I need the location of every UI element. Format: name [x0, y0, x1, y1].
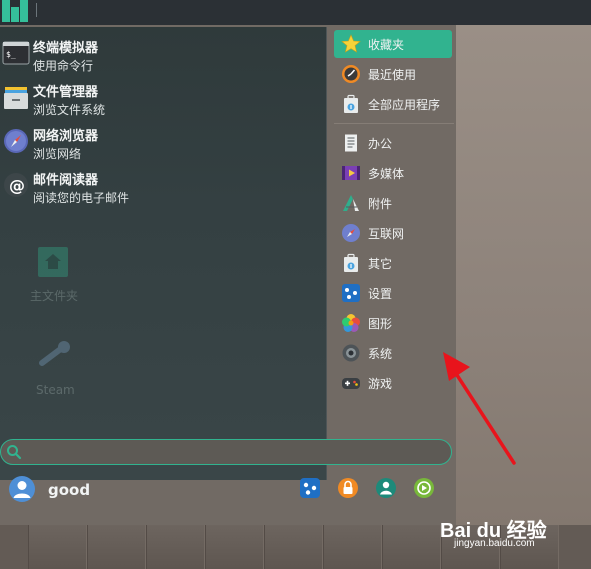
- panel-slot[interactable]: [382, 525, 441, 569]
- fav-name: 网络浏览器: [33, 129, 99, 144]
- fav-file-manager[interactable]: 文件管理器 浏览文件系统: [0, 77, 320, 121]
- settings-manager-icon[interactable]: [299, 477, 321, 499]
- user-name: good: [48, 481, 91, 499]
- fav-terminal[interactable]: $_ 终端模拟器 使用命令行: [0, 33, 320, 77]
- favorites-pane: $_ 终端模拟器 使用命令行 文件管理器 浏览文件系统 网络浏览器 浏览网络 @…: [0, 27, 327, 480]
- fav-name: 文件管理器: [33, 85, 99, 100]
- file-manager-icon: [4, 87, 28, 109]
- logout-icon[interactable]: [413, 477, 435, 499]
- category-label: 图形: [368, 317, 393, 331]
- steam-icon: [39, 341, 70, 366]
- category-label: 多媒体: [368, 167, 405, 181]
- category-multimedia[interactable]: 多媒体: [334, 159, 452, 187]
- category-separator: [334, 123, 454, 124]
- desktop-background: [456, 25, 591, 525]
- category-accessories[interactable]: 附件: [334, 189, 452, 217]
- panel-slot[interactable]: [205, 525, 264, 569]
- category-label: 收藏夹: [368, 38, 405, 52]
- category-label: 互联网: [368, 227, 405, 241]
- accessories-icon: [343, 195, 359, 211]
- recent-icon: [342, 65, 360, 83]
- fav-name: 终端模拟器: [33, 41, 99, 56]
- category-office[interactable]: 办公: [334, 129, 452, 157]
- lock-screen-icon[interactable]: [337, 477, 359, 499]
- fav-desc: 阅读您的电子邮件: [33, 191, 130, 205]
- panel-slot[interactable]: [87, 525, 146, 569]
- category-label: 设置: [368, 287, 393, 301]
- graphics-icon: [342, 314, 360, 332]
- fav-desc: 浏览网络: [33, 147, 82, 161]
- category-label: 系统: [368, 347, 393, 361]
- games-icon: [342, 378, 360, 389]
- desktop-home-ghost: 主文件夹: [30, 245, 78, 303]
- panel-slot[interactable]: [323, 525, 382, 569]
- user-avatar[interactable]: [8, 475, 36, 503]
- top-taskbar: [0, 0, 591, 25]
- category-other[interactable]: 其它: [334, 249, 452, 277]
- manjaro-logo-icon[interactable]: [0, 0, 30, 25]
- all-apps-icon: [344, 94, 358, 113]
- desktop-home-label: 主文件夹: [30, 289, 79, 303]
- svg-text:@: @: [9, 176, 25, 195]
- category-label: 最近使用: [368, 68, 417, 82]
- category-favorites[interactable]: 收藏夹: [334, 30, 452, 58]
- category-label: 游戏: [368, 377, 393, 391]
- category-label: 附件: [368, 197, 393, 211]
- star-icon: [341, 34, 361, 53]
- baidu-watermark: Bai du 经验 jingyan.baidu.com: [440, 510, 590, 560]
- taskbar-separator: [36, 3, 37, 17]
- category-graphics[interactable]: 图形: [334, 309, 452, 337]
- other-icon: [344, 253, 358, 272]
- settings-icon: [342, 284, 360, 302]
- panel-slot[interactable]: [264, 525, 323, 569]
- mail-icon: @: [4, 173, 28, 197]
- category-games[interactable]: 游戏: [334, 369, 452, 397]
- fav-name: 邮件阅读器: [33, 173, 99, 188]
- category-system[interactable]: 系统: [334, 339, 452, 367]
- desktop-steam-ghost: Steam: [36, 339, 75, 397]
- web-browser-icon: [4, 129, 28, 153]
- multimedia-icon: [342, 166, 360, 180]
- category-label: 其它: [368, 257, 393, 271]
- svg-text:$_: $_: [6, 50, 16, 59]
- category-recent[interactable]: 最近使用: [334, 60, 452, 88]
- category-settings[interactable]: 设置: [334, 279, 452, 307]
- fav-mail[interactable]: @ 邮件阅读器 阅读您的电子邮件: [0, 165, 320, 209]
- fav-web-browser[interactable]: 网络浏览器 浏览网络: [0, 121, 320, 165]
- switch-user-icon[interactable]: [375, 477, 397, 499]
- system-icon: [342, 344, 360, 362]
- category-internet[interactable]: 互联网: [334, 219, 452, 247]
- category-all-apps[interactable]: 全部应用程序: [334, 90, 452, 118]
- category-label: 办公: [368, 137, 393, 151]
- home-folder-icon: [38, 247, 68, 277]
- watermark-url: jingyan.baidu.com: [454, 538, 535, 549]
- office-icon: [345, 134, 357, 152]
- search-input[interactable]: [25, 443, 449, 463]
- desktop-steam-label: Steam: [36, 383, 75, 397]
- panel-slot[interactable]: [28, 525, 87, 569]
- internet-icon: [342, 224, 360, 242]
- search-box[interactable]: [0, 439, 452, 465]
- search-icon: [7, 445, 22, 460]
- fav-desc: 使用命令行: [33, 59, 94, 73]
- category-label: 全部应用程序: [368, 98, 441, 112]
- terminal-icon: $_: [2, 41, 30, 65]
- panel-slot[interactable]: [146, 525, 205, 569]
- fav-desc: 浏览文件系统: [33, 103, 106, 117]
